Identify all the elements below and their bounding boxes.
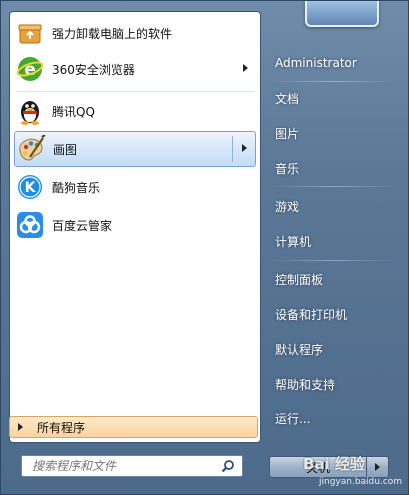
right-item-control-panel[interactable]: 控制面板 — [269, 266, 399, 292]
right-item-pictures[interactable]: 图片 — [269, 120, 399, 146]
submenu-arrow-icon[interactable] — [243, 64, 248, 72]
right-item-label: 图片 — [275, 126, 300, 141]
right-item-user[interactable]: Administrator — [269, 50, 399, 76]
right-separator — [271, 81, 397, 82]
right-item-label: 控制面板 — [275, 272, 324, 287]
right-item-label: 运行... — [275, 411, 311, 426]
right-item-label: 计算机 — [275, 234, 312, 249]
program-label: 百度云管家 — [52, 218, 113, 233]
right-item-games[interactable]: 游戏 — [269, 193, 399, 219]
uninstall-box-icon — [14, 17, 46, 49]
baidu-cloud-icon — [14, 209, 46, 241]
program-item-paint[interactable]: 画图 — [14, 131, 256, 167]
right-item-label: 音乐 — [275, 161, 300, 176]
browser-360-icon: e — [14, 53, 46, 85]
right-item-label: Administrator — [275, 56, 357, 70]
all-programs-button[interactable]: 所有程序 — [9, 416, 258, 438]
submenu-arrow-icon[interactable] — [242, 144, 247, 152]
right-item-run[interactable]: 运行... — [269, 405, 399, 431]
start-menu: 强力卸载电脑上的软件 e 360安全浏览器 腾讯QQ 画图 K 酷狗音乐 百度云… — [0, 0, 409, 495]
right-separator — [271, 186, 397, 187]
right-item-label: 游戏 — [275, 199, 300, 214]
right-separator — [271, 260, 397, 261]
right-item-music[interactable]: 音乐 — [269, 155, 399, 181]
right-item-devices-printers[interactable]: 设备和打印机 — [269, 301, 399, 327]
program-item-uninstall[interactable]: 强力卸载电脑上的软件 — [14, 16, 256, 50]
shutdown-label: 关机 — [305, 460, 330, 475]
paint-palette-icon — [15, 133, 47, 165]
right-item-label: 默认程序 — [275, 342, 324, 357]
program-label: 腾讯QQ — [52, 104, 95, 119]
program-label: 酷狗音乐 — [52, 180, 101, 195]
right-item-label: 文档 — [275, 91, 300, 106]
program-item-kugou[interactable]: K 酷狗音乐 — [14, 170, 256, 204]
all-programs-label: 所有程序 — [37, 420, 86, 435]
right-item-help-support[interactable]: 帮助和支持 — [269, 371, 399, 397]
right-item-default-programs[interactable]: 默认程序 — [269, 336, 399, 362]
program-label: 强力卸载电脑上的软件 — [52, 26, 173, 41]
right-item-label: 设备和打印机 — [275, 307, 348, 322]
expand-arrow-icon — [18, 423, 23, 431]
right-item-computer[interactable]: 计算机 — [269, 228, 399, 254]
right-item-documents[interactable]: 文档 — [269, 85, 399, 111]
kugou-music-icon: K — [14, 171, 46, 203]
watermark-sub: jingyan.baidu.com — [319, 477, 403, 487]
shutdown-options-button[interactable] — [367, 456, 389, 478]
program-label: 360安全浏览器 — [52, 62, 135, 77]
right-item-label: 帮助和支持 — [275, 377, 336, 392]
search-box[interactable] — [21, 455, 243, 477]
program-item-360-browser[interactable]: e 360安全浏览器 — [14, 52, 256, 86]
qq-penguin-icon — [14, 95, 46, 127]
svg-text:K: K — [25, 180, 37, 196]
program-label: 画图 — [53, 142, 78, 157]
search-icon[interactable] — [218, 456, 238, 476]
program-item-qq[interactable]: 腾讯QQ — [14, 94, 256, 128]
programs-pane: 强力卸载电脑上的软件 e 360安全浏览器 腾讯QQ 画图 K 酷狗音乐 百度云… — [9, 11, 261, 443]
search-input[interactable] — [30, 456, 218, 476]
user-picture[interactable] — [305, 1, 379, 27]
split-separator — [232, 136, 233, 162]
program-item-baidu-cloud[interactable]: 百度云管家 — [14, 208, 256, 242]
divider — [16, 91, 254, 92]
chevron-right-icon — [375, 463, 380, 471]
shutdown-button[interactable]: 关机 — [269, 456, 367, 478]
